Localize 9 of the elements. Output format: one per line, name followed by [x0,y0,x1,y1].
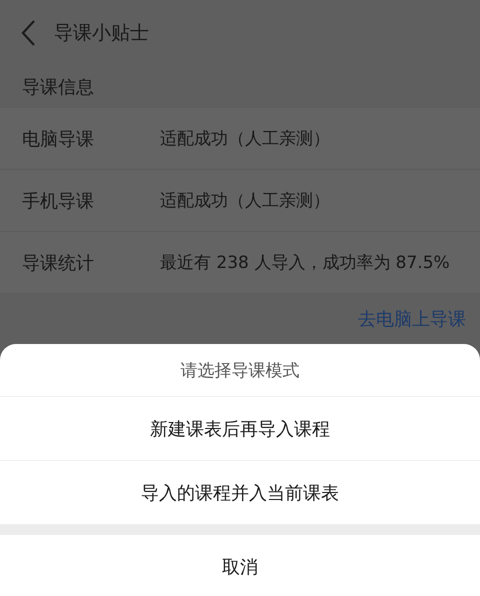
row-label: 手机导课 [21,190,95,212]
row-label: 电脑导课 [21,128,95,150]
back-icon[interactable] [20,19,36,47]
section-title: 导课信息 [21,76,94,100]
row-value: 适配成功（人工亲测） [160,190,330,212]
row-value: 适配成功（人工亲测） [160,128,330,150]
row-label: 导课统计 [21,252,95,274]
page-title: 导课小贴士 [54,21,149,46]
row-value: 最近有 238 人导入，成功率为 87.5% [160,252,450,274]
